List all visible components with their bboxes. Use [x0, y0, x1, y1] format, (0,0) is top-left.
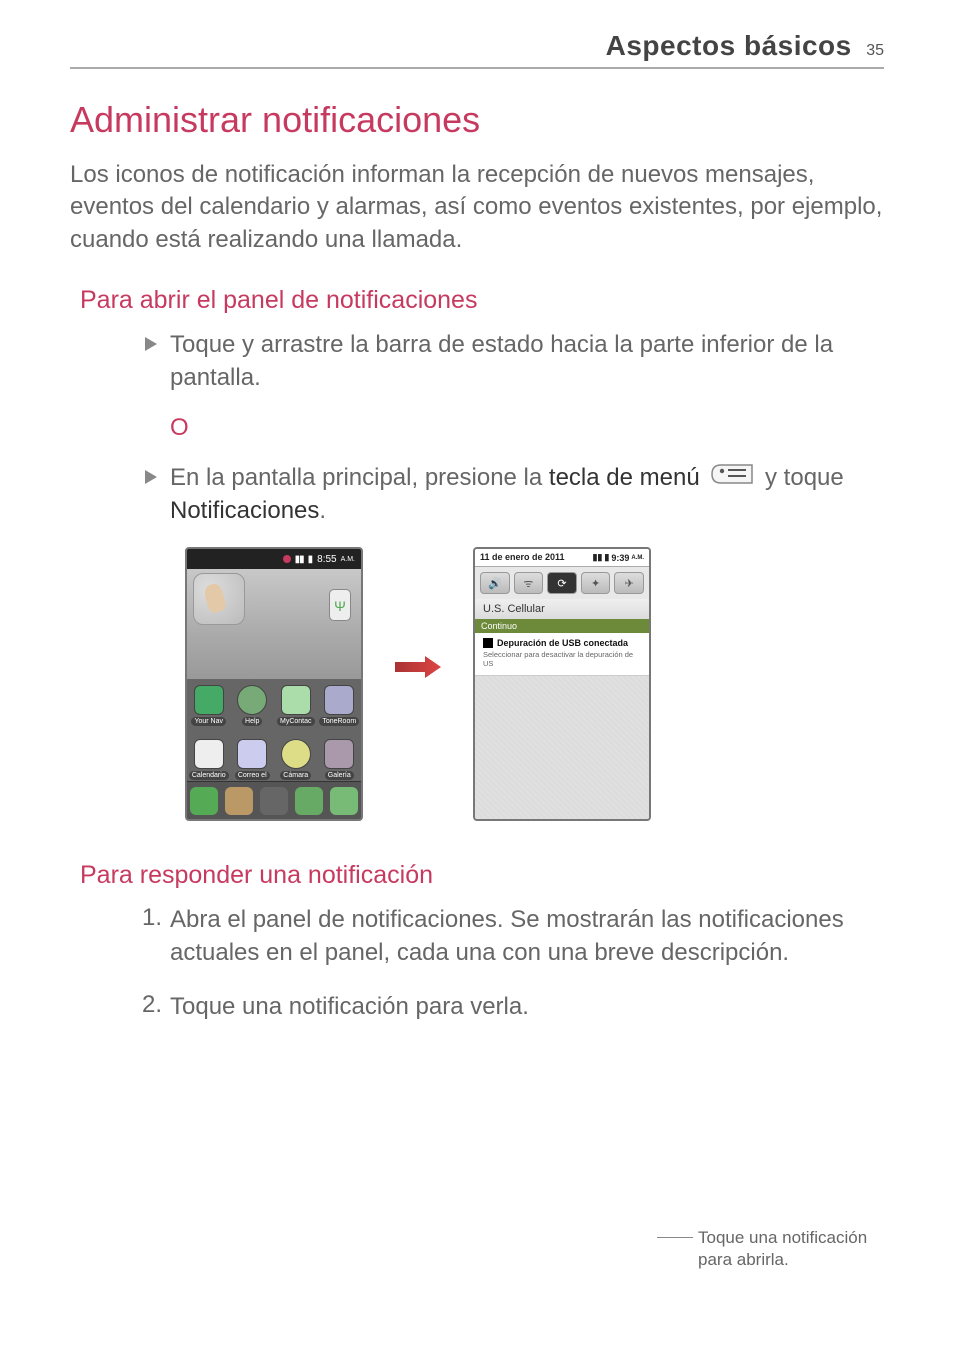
app-icon	[281, 739, 311, 769]
toggle-wifi: ᯤ	[514, 572, 544, 594]
txt-e: .	[319, 497, 326, 524]
app-icon	[237, 685, 267, 715]
dock	[187, 781, 361, 819]
app-icon	[194, 739, 224, 769]
app-label: Correo el	[235, 771, 270, 780]
app-yournav: Your Nav	[187, 685, 231, 739]
app-label: Your Nav	[191, 717, 226, 726]
signal-icon: ▮▮	[592, 552, 602, 563]
browser-icon	[330, 787, 358, 815]
toggle-airplane: ✈	[614, 572, 644, 594]
app-icon	[194, 685, 224, 715]
screenshot-notification-panel: 11 de enero de 2011 ▮▮ ▮ 9:39A.M. 🔊 ᯤ ⟳ …	[473, 547, 651, 821]
status-ampm: A.M.	[341, 556, 355, 563]
step-number: 2.	[142, 991, 162, 1019]
app-label: Galería	[325, 771, 354, 780]
notif-square-icon	[483, 638, 493, 648]
ordered-list: 1. Abra el panel de notificaciones. Se m…	[170, 904, 884, 1023]
txt-notificaciones: Notificaciones	[170, 497, 319, 524]
menu-key-icon	[710, 462, 754, 494]
bullet-drag-text: Toque y arrastre la barra de estado haci…	[170, 329, 884, 394]
app-toneroom: ToneRoom	[318, 685, 362, 739]
page-header: Aspectos básicos 35	[70, 30, 884, 69]
app-label: Cámara	[280, 771, 311, 780]
step-1: 1. Abra el panel de notificaciones. Se m…	[170, 904, 884, 969]
app-label: Help	[242, 717, 262, 726]
usb-icon	[329, 589, 351, 621]
app-mycontac: MyContac	[274, 685, 318, 739]
step-number: 1.	[142, 904, 162, 932]
txt-menu-key: tecla de menú	[549, 464, 700, 491]
notif-title: Depuración de USB conectada	[497, 638, 628, 648]
apps-drawer-icon	[260, 787, 288, 815]
step-2: 2. Toque una notificación para verla.	[170, 991, 884, 1023]
screenshot-homescreen: ▮▮ ▮ 8:55 A.M. Your Nav Help MyContac Ton…	[185, 547, 363, 821]
battery-icon: ▮	[604, 552, 609, 563]
ongoing-header: Continuo	[475, 619, 649, 633]
bullet-menu-key: En la pantalla principal, presione la te…	[170, 462, 884, 527]
app-icon	[324, 685, 354, 715]
panel-titlebar: 11 de enero de 2011 ▮▮ ▮ 9:39A.M.	[475, 549, 649, 567]
section-open-panel-title: Para abrir el panel de notificaciones	[80, 286, 884, 315]
messaging-icon	[295, 787, 323, 815]
app-icon	[237, 739, 267, 769]
app-label: MyContac	[277, 717, 315, 726]
hand-drag-icon	[193, 573, 245, 625]
page-title: Administrar notificaciones	[70, 99, 884, 141]
panel-time: 9:39	[611, 553, 629, 563]
or-separator: O	[170, 414, 884, 442]
arrow-transition-icon	[393, 652, 443, 687]
status-bar: ▮▮ ▮ 8:55 A.M.	[187, 549, 361, 569]
bullet-drag-statusbar: Toque y arrastre la barra de estado haci…	[170, 329, 884, 394]
toggle-sound: 🔊	[480, 572, 510, 594]
txt-c: y toque	[765, 464, 844, 491]
app-help: Help	[231, 685, 275, 739]
step-2-text: Toque una notificación para verla.	[170, 991, 884, 1023]
contacts-icon	[225, 787, 253, 815]
panel-empty-area	[475, 676, 649, 821]
notif-subtitle: Seleccionar para desactivar la depuració…	[483, 650, 641, 668]
quick-toggles: 🔊 ᯤ ⟳ ✦ ✈	[475, 567, 649, 599]
phone-icon	[190, 787, 218, 815]
page-number: 35	[866, 42, 884, 59]
section-respond-title: Para responder una notificación	[80, 861, 884, 890]
notification-usb-debug: Depuración de USB conectada Seleccionar …	[475, 633, 649, 676]
intro-paragraph: Los iconos de notificación informan la r…	[70, 159, 884, 256]
panel-ampm: A.M.	[631, 555, 644, 561]
callout-tap-notification: Toque una notificación para abrirla.	[698, 1227, 868, 1271]
carrier-label: U.S. Cellular	[475, 599, 649, 619]
step-1-text: Abra el panel de notificaciones. Se most…	[170, 904, 884, 969]
record-dot-icon	[283, 555, 291, 563]
app-icon	[324, 739, 354, 769]
app-label: ToneRoom	[319, 717, 359, 726]
app-label: Calendario	[189, 771, 229, 780]
figure-row: ▮▮ ▮ 8:55 A.M. Your Nav Help MyContac Ton…	[185, 547, 884, 821]
battery-icon: ▮	[308, 554, 314, 565]
wallpaper-area	[187, 569, 361, 679]
bullet-menu-text: En la pantalla principal, presione la te…	[170, 462, 884, 527]
triangle-bullet-icon	[145, 337, 157, 351]
txt-a: En la pantalla principal, presione la	[170, 464, 549, 491]
app-icon	[281, 685, 311, 715]
toggle-gps: ✦	[581, 572, 611, 594]
triangle-bullet-icon	[145, 470, 157, 484]
status-time: 8:55	[317, 554, 336, 565]
section-title: Aspectos básicos	[606, 30, 852, 61]
panel-date: 11 de enero de 2011	[480, 552, 565, 563]
signal-icon: ▮▮	[295, 554, 304, 565]
toggle-sync: ⟳	[547, 572, 577, 594]
